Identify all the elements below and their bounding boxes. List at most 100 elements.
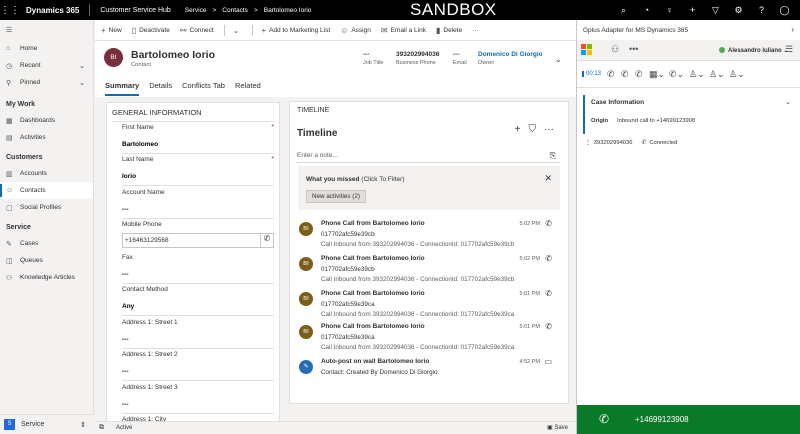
filter-icon[interactable]: ⛉ [529, 124, 537, 135]
search-icon[interactable]: ⌕ [612, 5, 635, 16]
windows-logo-icon[interactable] [581, 44, 593, 56]
help-icon[interactable]: ? [750, 5, 773, 15]
sidebar-toggle[interactable]: ☰ [0, 20, 93, 40]
new-button[interactable]: + New [101, 26, 122, 35]
tab-details[interactable]: Details [149, 81, 172, 96]
plus-icon[interactable]: + [681, 5, 704, 15]
mobile-phone-field[interactable]: Mobile Phone +16463129568 ✆ [122, 221, 274, 248]
timeline-entry[interactable]: ✎ Auto-post on wall Bartolomeo Iorio Con… [298, 357, 562, 390]
sidebar-item-recent[interactable]: ◷ Recent ⌄ [0, 57, 93, 74]
save-button[interactable]: ▣ Save [547, 424, 568, 431]
sidebar-item-queues[interactable]: ◫ Queues [0, 252, 93, 269]
phone-icon[interactable]: ✆ [260, 234, 273, 247]
field-value[interactable]: --- [122, 336, 274, 343]
user-icon[interactable]: ◯ [773, 5, 796, 16]
more-vertical-icon[interactable]: ⋮ [585, 140, 591, 146]
sidebar-item-dashboards[interactable]: ▦ Dashboards [0, 112, 93, 129]
chevron-down-icon[interactable]: ⌄ [79, 62, 85, 70]
sidebar-item-activities[interactable]: ▤ Activities [0, 129, 93, 146]
sidebar-item-knowledge-articles[interactable]: ⚇ Knowledge Articles [0, 269, 93, 286]
timeline-entry[interactable]: BI Phone Call from Bartolomeo Iorio 0177… [298, 289, 562, 322]
assign-button[interactable]: ☺ Assign [340, 26, 371, 35]
mobile-phone-input[interactable]: +16463129568 ✆ [122, 233, 274, 248]
field-value[interactable]: --- [122, 206, 274, 213]
gear-icon[interactable]: ⚙ [727, 5, 750, 16]
note-input[interactable]: Enter a note... [297, 152, 338, 159]
field-value[interactable]: --- [122, 271, 274, 278]
menu-icon[interactable]: ☰ [785, 44, 793, 55]
sidebar-item-cases[interactable]: ✎ Cases [0, 235, 93, 252]
breadcrumb-contacts[interactable]: Contacts [222, 7, 248, 14]
add-icon[interactable]: + [515, 124, 521, 135]
breadcrumb-service[interactable]: Service [185, 7, 207, 14]
fax-field[interactable]: Fax --- [122, 254, 274, 284]
connect-dropdown-button[interactable]: ⌄ [233, 26, 243, 35]
area-switcher[interactable]: S Service ⇕ [0, 414, 94, 434]
owner-link[interactable]: Domenico Di Giorgio [478, 51, 543, 58]
hold-icon[interactable]: ✆ [621, 69, 629, 80]
close-icon[interactable]: ✕ [544, 173, 552, 184]
transfer-icon[interactable]: ✆ [635, 69, 643, 80]
breadcrumb-record: Bartolomeo Iorio [263, 6, 312, 14]
add-party-icon[interactable]: ♙⌄ [689, 69, 705, 80]
sidebar-item-pinned[interactable]: ⚲ Pinned ⌄ [0, 74, 93, 91]
street2-field[interactable]: Address 1: Street 2 --- [122, 351, 274, 381]
contact-method-field[interactable]: Contact Method Any [122, 286, 274, 316]
lightbulb-icon[interactable]: ♀ [658, 5, 681, 15]
chevron-down-icon[interactable]: ⌄ [785, 98, 791, 106]
building-icon: ▥ [6, 170, 13, 178]
header-field-label: Business Phone [396, 60, 436, 66]
street3-field[interactable]: Address 1: Street 3 --- [122, 384, 274, 414]
sidebar-item-social-profiles[interactable]: ▢ Social Profiles [0, 199, 93, 216]
expand-header-chevron-icon[interactable]: ⌄ [555, 55, 562, 64]
chevron-right-icon[interactable]: › [791, 25, 794, 34]
tab-summary[interactable]: Summary [105, 81, 140, 96]
conference-icon[interactable]: ♙⌄ [709, 69, 725, 80]
sidebar-item-contacts[interactable]: ☺ Contacts [0, 182, 93, 199]
task-icon[interactable]: ◔ [635, 5, 658, 15]
connect-button[interactable]: ⚯ Connect [180, 26, 214, 35]
tab-related[interactable]: Related [235, 81, 261, 96]
field-value[interactable]: --- [122, 401, 274, 408]
app-launcher-icon[interactable]: ⋮⋮ [0, 5, 20, 16]
field-value[interactable]: Any [122, 303, 274, 310]
deactivate-button[interactable]: ▯ Deactivate [132, 26, 170, 35]
keypad-icon[interactable]: ▦⌄ [649, 69, 665, 80]
field-value[interactable]: --- [122, 368, 274, 375]
last-name-field[interactable]: Last Name * Iorio [122, 156, 274, 186]
missed-title[interactable]: What you missed (Click To Filter) [306, 176, 405, 183]
timeline-entry[interactable]: BI Phone Call from Bartolomeo Iorio 0177… [298, 322, 562, 355]
add-to-marketing-list-button[interactable]: + Add to Marketing List [261, 26, 330, 35]
more-icon[interactable]: ··· [544, 124, 554, 135]
contact-icon[interactable]: ♙⌄ [729, 69, 745, 80]
field-value[interactable]: Iorio [122, 173, 274, 180]
consult-icon[interactable]: ✆⌄ [669, 69, 684, 80]
hamburger-icon[interactable]: ☰ [6, 26, 20, 34]
delete-button[interactable]: ▮ Delete [436, 26, 462, 35]
filter-icon[interactable]: ▽ [704, 5, 727, 16]
chevron-down-icon[interactable]: ⌄ [79, 79, 85, 87]
email-link-button[interactable]: ✉ Email a Link [381, 26, 426, 35]
account-name-field[interactable]: Account Name --- [122, 189, 274, 219]
header-field-value[interactable]: 393202994036 [396, 51, 439, 58]
tab-conflicts[interactable]: Conflicts Tab [182, 81, 225, 96]
expand-icon[interactable]: ⧉ [99, 424, 104, 432]
brand-title[interactable]: Dynamics 365 [26, 6, 79, 15]
sidebar-item-accounts[interactable]: ▥ Accounts [0, 165, 93, 182]
app-name[interactable]: Customer Service Hub [100, 7, 170, 14]
field-label: Address 1: Street 1 [122, 319, 178, 326]
field-value[interactable]: Bartolomeo [122, 141, 274, 148]
timeline-entry[interactable]: BI Phone Call from Bartolomeo Iorio 0177… [298, 219, 562, 252]
team-icon[interactable]: ⚇ [611, 44, 619, 55]
street1-field[interactable]: Address 1: Street 1 --- [122, 319, 274, 349]
more-icon[interactable]: ••• [629, 44, 638, 54]
active-call-bar[interactable]: ✆ +14699123908 [577, 405, 800, 434]
timeline-entry[interactable]: BI Phone Call from Bartolomeo Iorio 0177… [298, 254, 562, 287]
agent-status[interactable]: Alessandro Iuliano ⌄ [719, 47, 788, 54]
first-name-field[interactable]: First Name * Bartolomeo [122, 124, 274, 154]
new-activities-button[interactable]: New activities (2) [306, 190, 366, 203]
sidebar-item-home[interactable]: ⌂ Home [0, 40, 93, 57]
attachment-icon[interactable]: ⎘ [550, 151, 556, 161]
hangup-icon[interactable]: ✆ [607, 69, 615, 80]
more-commands-button[interactable]: ··· [472, 27, 479, 34]
